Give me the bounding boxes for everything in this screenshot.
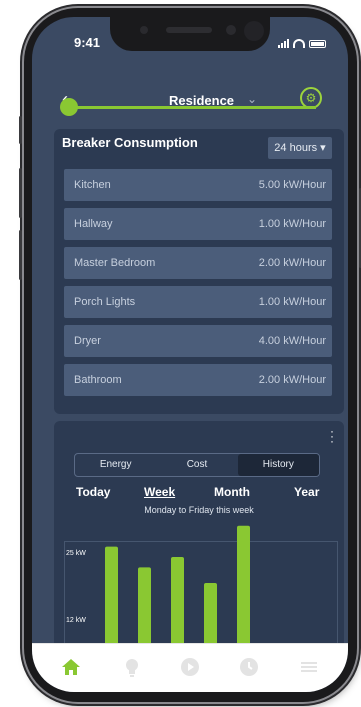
breaker-name: Bathroom (74, 374, 122, 386)
play-icon[interactable] (179, 656, 201, 678)
status-time: 9:41 (74, 35, 101, 50)
breaker-name: Hallway (74, 218, 113, 230)
breaker-name: Master Bedroom (74, 257, 156, 269)
breaker-row[interactable]: Hallway 1.00 kW/Hour (64, 208, 332, 240)
caret-down-icon: ▾ (320, 142, 326, 154)
phone-screen: 9:41 ‹ Residence ⌄ ⚙ Breaker Consumption… (32, 17, 348, 692)
speaker (166, 27, 212, 33)
breaker-row[interactable]: Porch Lights 1.00 kW/Hour (64, 286, 332, 318)
menu-icon[interactable] (298, 656, 320, 678)
breaker-value: 2.00 kW/Hour (258, 257, 326, 269)
range-value: 24 hours (274, 142, 318, 154)
breaker-list: Kitchen 5.00 kW/Hour Hallway 1.00 kW/Hour … (64, 169, 332, 403)
breaker-row[interactable]: Bathroom 2.00 kW/Hour (64, 364, 332, 396)
side-button (19, 168, 22, 218)
breaker-name: Dryer (74, 335, 101, 347)
home-icon[interactable] (60, 656, 82, 678)
breaker-title: Breaker Consumption (62, 135, 198, 150)
breaker-row[interactable]: Dryer 4.00 kW/Hour (64, 325, 332, 357)
sensor (140, 26, 148, 34)
breaker-row[interactable]: Kitchen 5.00 kW/Hour (64, 169, 332, 201)
callout-dot (60, 98, 78, 116)
range-select[interactable]: 24 hours ▾ (268, 137, 332, 159)
bar-chart (105, 525, 250, 651)
chart-bar (237, 525, 250, 651)
callout-line (70, 106, 316, 109)
chart-bar (105, 546, 118, 651)
camera (244, 21, 264, 41)
clock-icon[interactable] (238, 656, 260, 678)
breaker-value: 2.00 kW/Hour (258, 374, 326, 386)
side-button (19, 116, 22, 144)
side-button (19, 230, 22, 280)
chart-bar (138, 567, 151, 651)
usage-panel: · · · Energy Cost History Today Week Month… (54, 421, 344, 651)
notch (110, 17, 270, 51)
breaker-value: 1.00 kW/Hour (258, 218, 326, 230)
wifi-icon (293, 39, 305, 48)
breaker-panel: Breaker Consumption 24 hours ▾ Kitchen 5.… (54, 129, 344, 414)
breaker-value: 5.00 kW/Hour (258, 179, 326, 191)
breaker-value: 1.00 kW/Hour (258, 296, 326, 308)
chart-bar (204, 583, 217, 651)
header: ‹ Residence ⌄ ⚙ (32, 87, 348, 117)
bottom-tab-bar (32, 643, 348, 692)
chart-bar (171, 557, 184, 651)
chevron-down-icon[interactable]: ⌄ (247, 92, 257, 106)
lightbulb-icon[interactable] (121, 656, 143, 678)
breaker-row[interactable]: Master Bedroom 2.00 kW/Hour (64, 247, 332, 279)
sensor (226, 25, 236, 35)
battery-icon (309, 40, 326, 48)
breaker-name: Kitchen (74, 179, 111, 191)
status-icons (278, 39, 326, 48)
signal-icon (278, 39, 289, 48)
breaker-name: Porch Lights (74, 296, 136, 308)
breaker-value: 4.00 kW/Hour (258, 335, 326, 347)
